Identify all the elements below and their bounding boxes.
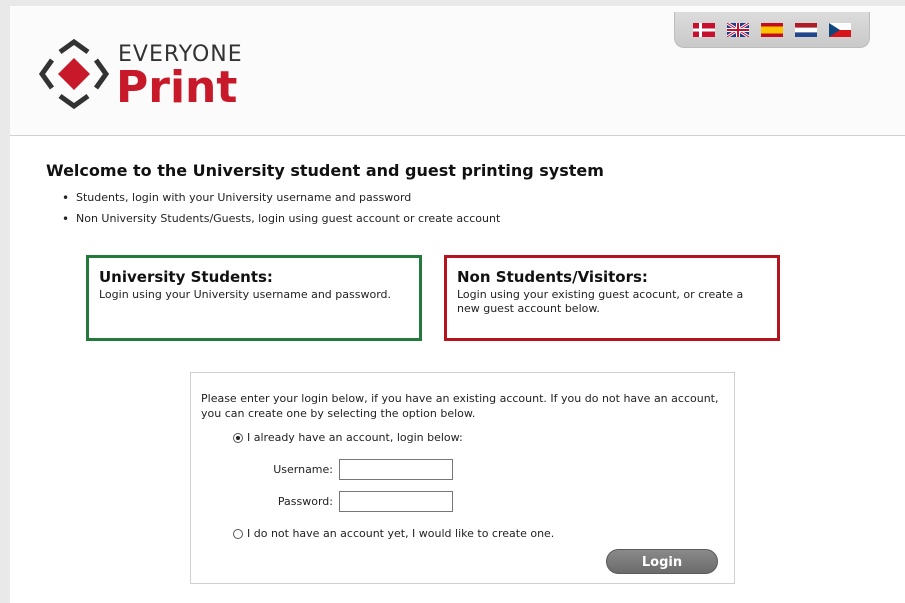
logo-mark-icon xyxy=(38,38,110,110)
login-button[interactable]: Login xyxy=(606,549,718,574)
czech-flag-icon[interactable] xyxy=(829,22,851,37)
logo-bottom-text: Print xyxy=(116,62,238,113)
instruction-item: Non University Students/Guests, login us… xyxy=(62,212,500,226)
password-input[interactable] xyxy=(339,491,453,512)
existing-account-option[interactable]: I already have an account, login below: xyxy=(233,431,463,444)
create-account-label: I do not have an account yet, I would li… xyxy=(247,527,555,540)
page-title: Welcome to the University student and gu… xyxy=(46,161,604,180)
uk-flag-icon[interactable] xyxy=(727,22,749,37)
password-label: Password: xyxy=(277,495,333,508)
visitors-box-title: Non Students/Visitors: xyxy=(457,268,648,286)
login-panel: Please enter your login below, if you ha… xyxy=(190,372,735,584)
danish-flag-icon[interactable] xyxy=(693,22,715,37)
existing-account-label: I already have an account, login below: xyxy=(247,431,463,444)
spain-flag-icon[interactable] xyxy=(761,22,783,37)
university-box-text: Login using your University username and… xyxy=(99,288,391,301)
username-row: Username: xyxy=(191,459,453,480)
username-input[interactable] xyxy=(339,459,453,480)
visitors-box: Non Students/Visitors: Login using your … xyxy=(444,255,780,341)
instruction-item: Students, login with your University use… xyxy=(62,191,500,205)
language-selector xyxy=(674,12,870,48)
university-students-box: University Students: Login using your Un… xyxy=(86,255,422,341)
netherlands-flag-icon[interactable] xyxy=(795,22,817,37)
existing-account-radio[interactable] xyxy=(233,432,243,443)
create-account-radio[interactable] xyxy=(233,528,243,539)
create-account-option[interactable]: I do not have an account yet, I would li… xyxy=(233,527,554,540)
header: EVERYONE Print xyxy=(10,6,905,136)
instructions-list: Students, login with your University use… xyxy=(62,191,500,233)
password-row: Password: xyxy=(191,491,453,512)
login-intro-text: Please enter your login below, if you ha… xyxy=(201,392,719,420)
visitors-box-text: Login using your existing guest acocunt,… xyxy=(457,288,744,315)
university-box-title: University Students: xyxy=(99,268,273,286)
everyone-print-logo: EVERYONE Print xyxy=(38,32,268,113)
username-label: Username: xyxy=(273,463,333,476)
